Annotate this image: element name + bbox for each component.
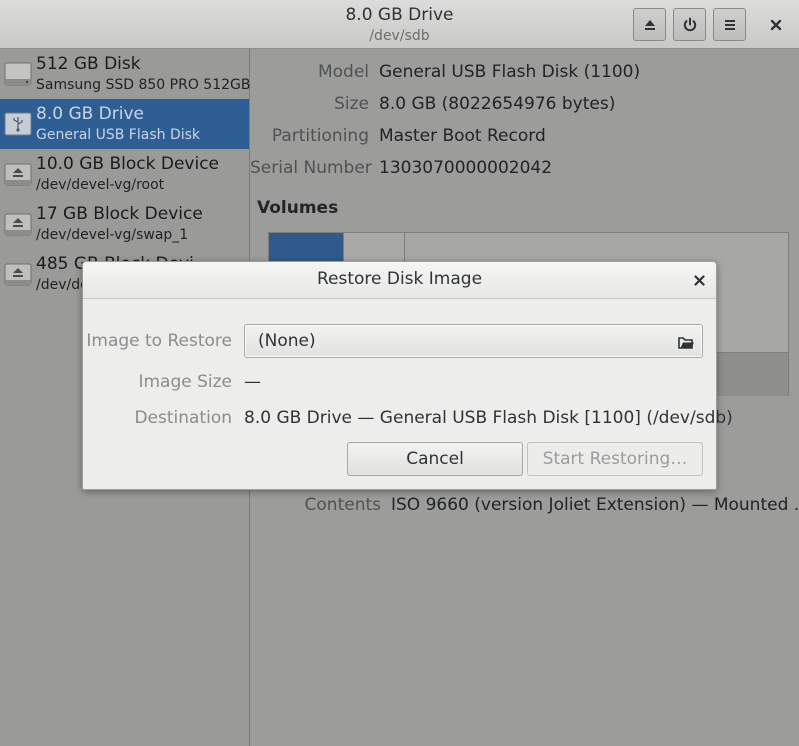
sidebar-item-10gb-block-device[interactable]: 10.0 GB Block Device /dev/devel-vg/root [0,149,249,199]
size-value: 8.0 GB (8022654976 bytes) [379,94,616,114]
image-file-chooser[interactable]: (None) [244,324,703,358]
dialog-titlebar: Restore Disk Image [83,262,716,299]
eject-icon [644,19,655,30]
close-icon [770,19,782,31]
disk-description: Samsung SSD 850 PRO 512GB [36,77,251,93]
block-device-icon [4,213,32,236]
destination-value: 8.0 GB Drive — General USB Flash Disk [1… [244,408,733,428]
serial-number-value: 1303070000002042 [379,158,553,178]
hard-disk-icon [4,62,32,86]
image-size-value: — [244,372,261,392]
disk-description: /dev/de [36,277,89,293]
usb-drive-icon [4,112,32,136]
cancel-button[interactable]: Cancel [347,442,523,476]
sidebar-item-8gb-drive[interactable]: 8.0 GB Drive General USB Flash Disk [0,99,249,149]
menu-icon [724,19,735,30]
destination-label: Destination [134,408,232,428]
volumes-heading: Volumes [257,198,339,218]
restore-disk-image-dialog: Restore Disk Image Image to Restore (Non… [82,261,733,490]
eject-button[interactable] [633,8,666,41]
disk-description: General USB Flash Disk [36,127,201,143]
partitioning-label: Partitioning [271,126,369,146]
dialog-title: Restore Disk Image [316,269,483,289]
model-label: Model [317,62,369,82]
disk-name: 8.0 GB Drive [36,104,145,124]
disk-name: 17 GB Block Device [36,204,203,224]
disk-name: 512 GB Disk [36,54,141,74]
sidebar-item-512gb-disk[interactable]: 512 GB Disk Samsung SSD 850 PRO 512GB [0,49,251,99]
contents-label: Contents [304,495,381,515]
block-device-icon [4,163,32,186]
image-size-label: Image Size [138,372,232,392]
block-device-icon [4,263,32,286]
header-bar: 8.0 GB Drive /dev/sdb [0,0,799,49]
serial-number-label: Serial Number [250,158,372,178]
power-icon [683,17,696,31]
disk-description: /dev/devel-vg/swap_1 [36,227,189,243]
disk-name: 10.0 GB Block Device [36,154,220,174]
partitioning-value: Master Boot Record [379,126,546,146]
dialog-close-button[interactable] [690,271,708,289]
drive-menu-button[interactable] [713,8,746,41]
power-off-button[interactable] [673,8,706,41]
close-icon [693,274,705,286]
open-folder-icon [678,337,694,349]
disk-description: /dev/devel-vg/root [36,177,165,193]
model-value: General USB Flash Disk (1100) [379,62,641,82]
start-restoring-button[interactable]: Start Restoring… [527,442,703,476]
image-file-value: (None) [258,331,316,351]
window-close-button[interactable] [765,14,787,36]
size-label: Size [334,94,369,114]
sidebar-item-17gb-block-device[interactable]: 17 GB Block Device /dev/devel-vg/swap_1 [0,199,249,249]
contents-value: ISO 9660 (version Joliet Extension) — Mo… [391,495,799,515]
image-to-restore-label: Image to Restore [86,331,232,351]
